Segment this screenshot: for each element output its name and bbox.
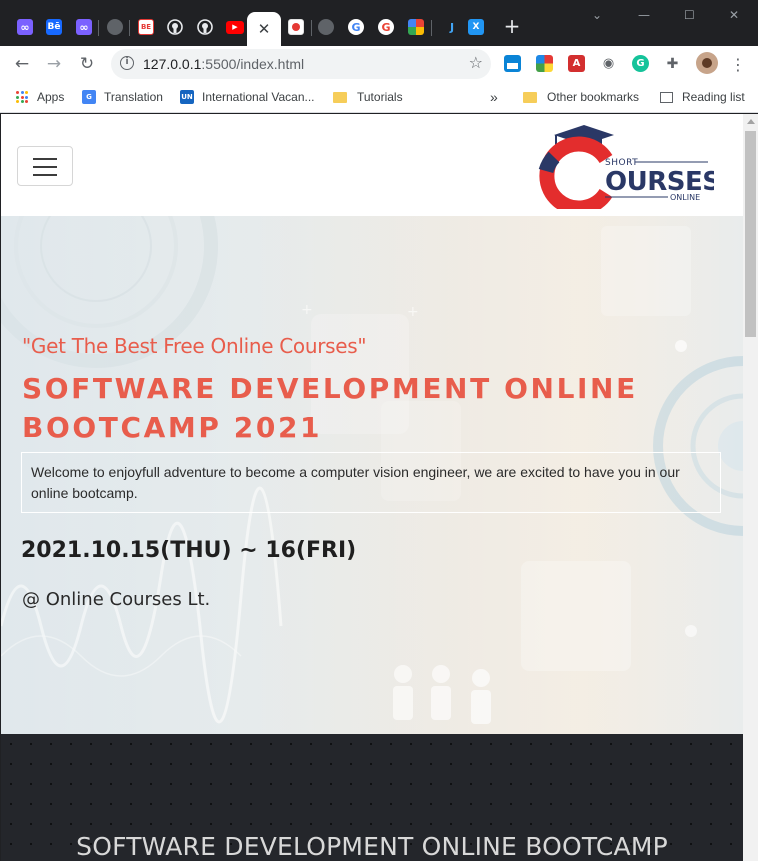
tab-github[interactable] [161, 13, 189, 41]
tab-colorful-app[interactable] [402, 13, 430, 41]
navbar-toggle-button[interactable] [17, 146, 73, 186]
event-date: 2021.10.15(THU) ~ 16(FRI) [21, 538, 357, 563]
bookmark-apps[interactable]: Apps [16, 88, 64, 106]
tab-github-2[interactable] [191, 13, 219, 41]
tab-behance[interactable]: Bē [40, 13, 68, 41]
meta-icon: ∞ [17, 19, 33, 35]
forward-button[interactable]: → [41, 51, 67, 77]
address-bar[interactable]: i 127.0.0.1:5500/index.html ☆ [111, 49, 491, 79]
about-section: SOFTWARE DEVELOPMENT ONLINE BOOTCAMP [1, 734, 743, 861]
bookmark-other-bookmarks[interactable]: Other bookmarks [523, 88, 639, 106]
event-venue: @ Online Courses Lt. [22, 589, 211, 610]
maximize-button[interactable]: ☐ [684, 8, 695, 22]
profile-avatar[interactable] [696, 52, 718, 74]
tab-google[interactable]: G [342, 13, 370, 41]
close-window-button[interactable]: ✕ [729, 8, 739, 22]
bookmark-label: Translation [104, 90, 163, 104]
google-translate-icon: G [82, 90, 96, 104]
page-scrollbar[interactable] [743, 114, 758, 861]
tab-meta-2[interactable]: ∞ [70, 13, 98, 41]
site-info-icon[interactable]: i [120, 56, 134, 70]
tab-xd[interactable]: X [462, 13, 490, 41]
globe-icon [107, 19, 123, 35]
pdf-extension-icon[interactable]: A [568, 55, 585, 72]
uni-icon: UN [180, 90, 194, 104]
tab-separator [129, 20, 130, 36]
meta-icon: ∞ [76, 19, 92, 35]
bookmark-star-icon[interactable]: ☆ [469, 53, 483, 72]
new-tab-button[interactable]: + [502, 16, 522, 37]
colorful-app-icon [408, 19, 424, 35]
hero-title: SOFTWARE DEVELOPMENT ONLINE BOOTCAMP 202… [22, 372, 638, 444]
tab-globe[interactable] [101, 13, 129, 41]
bookmark-label: Other bookmarks [547, 90, 640, 104]
bookmark-international-vacancies[interactable]: UN International Vacan... [180, 88, 315, 106]
tab-active[interactable]: ✕ [247, 12, 281, 46]
welcome-message: Welcome to enjoyfull adventure to become… [21, 452, 721, 513]
folder-icon [523, 91, 537, 103]
scrollbar-thumb[interactable] [745, 131, 756, 337]
bookmark-tutorials[interactable]: Tutorials [333, 88, 403, 106]
bookmark-label: Reading list [682, 90, 745, 104]
chevron-down-icon[interactable]: ⌄ [592, 8, 602, 22]
bookmark-label: Tutorials [357, 90, 403, 104]
hero-section: + + "Get The Best Free Online Courses" S… [1, 216, 743, 734]
tab-youtube[interactable]: ▶ [221, 13, 249, 41]
extension-grid-icon[interactable] [536, 55, 553, 72]
tab-site[interactable] [282, 13, 310, 41]
logo-c-mark [539, 136, 613, 209]
menu-kebab-icon[interactable]: ⋮ [725, 51, 751, 77]
globe-icon [318, 19, 334, 35]
url-text[interactable]: 127.0.0.1:5500/index.html [143, 56, 304, 72]
github-icon [197, 19, 213, 35]
bookmarks-bar: Apps G Translation UN International Vaca… [0, 82, 758, 113]
puzzle-extensions-icon[interactable]: ✚ [664, 55, 681, 72]
apps-grid-icon [16, 91, 28, 103]
google-icon: G [378, 19, 394, 35]
be-icon: BE [138, 19, 154, 35]
folder-icon [333, 91, 347, 103]
bookmark-translation[interactable]: G Translation [82, 88, 163, 106]
tab-be[interactable]: BE [132, 13, 160, 41]
browser-toolbar: ← → ↻ i 127.0.0.1:5500/index.html ☆ A ◉ … [0, 46, 758, 82]
tab-strip: ∞ Bē ∞ BE ▶ ✕ G G J X + ⌄ — ☐ ✕ [0, 0, 758, 46]
site-header: SHORT OURSES ONLINE [1, 114, 743, 216]
reading-list-icon [660, 91, 673, 103]
tab-separator [98, 20, 99, 36]
grammarly-icon[interactable]: G [632, 55, 649, 72]
behance-icon: Bē [46, 19, 62, 35]
bookmark-label: Apps [37, 90, 65, 104]
extension-window-icon[interactable] [504, 55, 521, 72]
tab-close-icon[interactable]: ✕ [258, 21, 271, 37]
svg-text:ONLINE: ONLINE [670, 193, 700, 202]
xd-icon: X [468, 19, 484, 35]
tab-google-2[interactable]: G [372, 13, 400, 41]
minimize-button[interactable]: — [638, 8, 650, 22]
tab-separator [431, 20, 432, 36]
google-icon: G [348, 19, 364, 35]
hero-tagline: "Get The Best Free Online Courses" [22, 334, 367, 358]
page-viewport: SHORT OURSES ONLINE "Get The Best Free O… [1, 114, 743, 861]
scroll-up-arrow-icon[interactable] [747, 119, 755, 124]
tab-meta[interactable]: ∞ [11, 13, 39, 41]
bookmark-reading-list[interactable]: Reading list [660, 88, 745, 106]
java-icon: J [449, 20, 455, 34]
site-icon [288, 19, 304, 35]
back-button[interactable]: ← [9, 51, 35, 77]
site-logo[interactable]: SHORT OURSES ONLINE [534, 123, 714, 209]
reload-button[interactable]: ↻ [74, 51, 100, 77]
bookmark-label: International Vacan... [202, 90, 315, 104]
tab-globe-2[interactable] [312, 13, 340, 41]
bookmarks-overflow-button[interactable]: » [490, 88, 498, 106]
browser-window: ∞ Bē ∞ BE ▶ ✕ G G J X + ⌄ — ☐ ✕ ← → ↻ i … [0, 0, 758, 861]
section-title: SOFTWARE DEVELOPMENT ONLINE BOOTCAMP [76, 832, 668, 861]
youtube-icon: ▶ [226, 20, 244, 34]
github-icon [167, 19, 183, 35]
camera-extension-icon[interactable]: ◉ [600, 55, 617, 72]
